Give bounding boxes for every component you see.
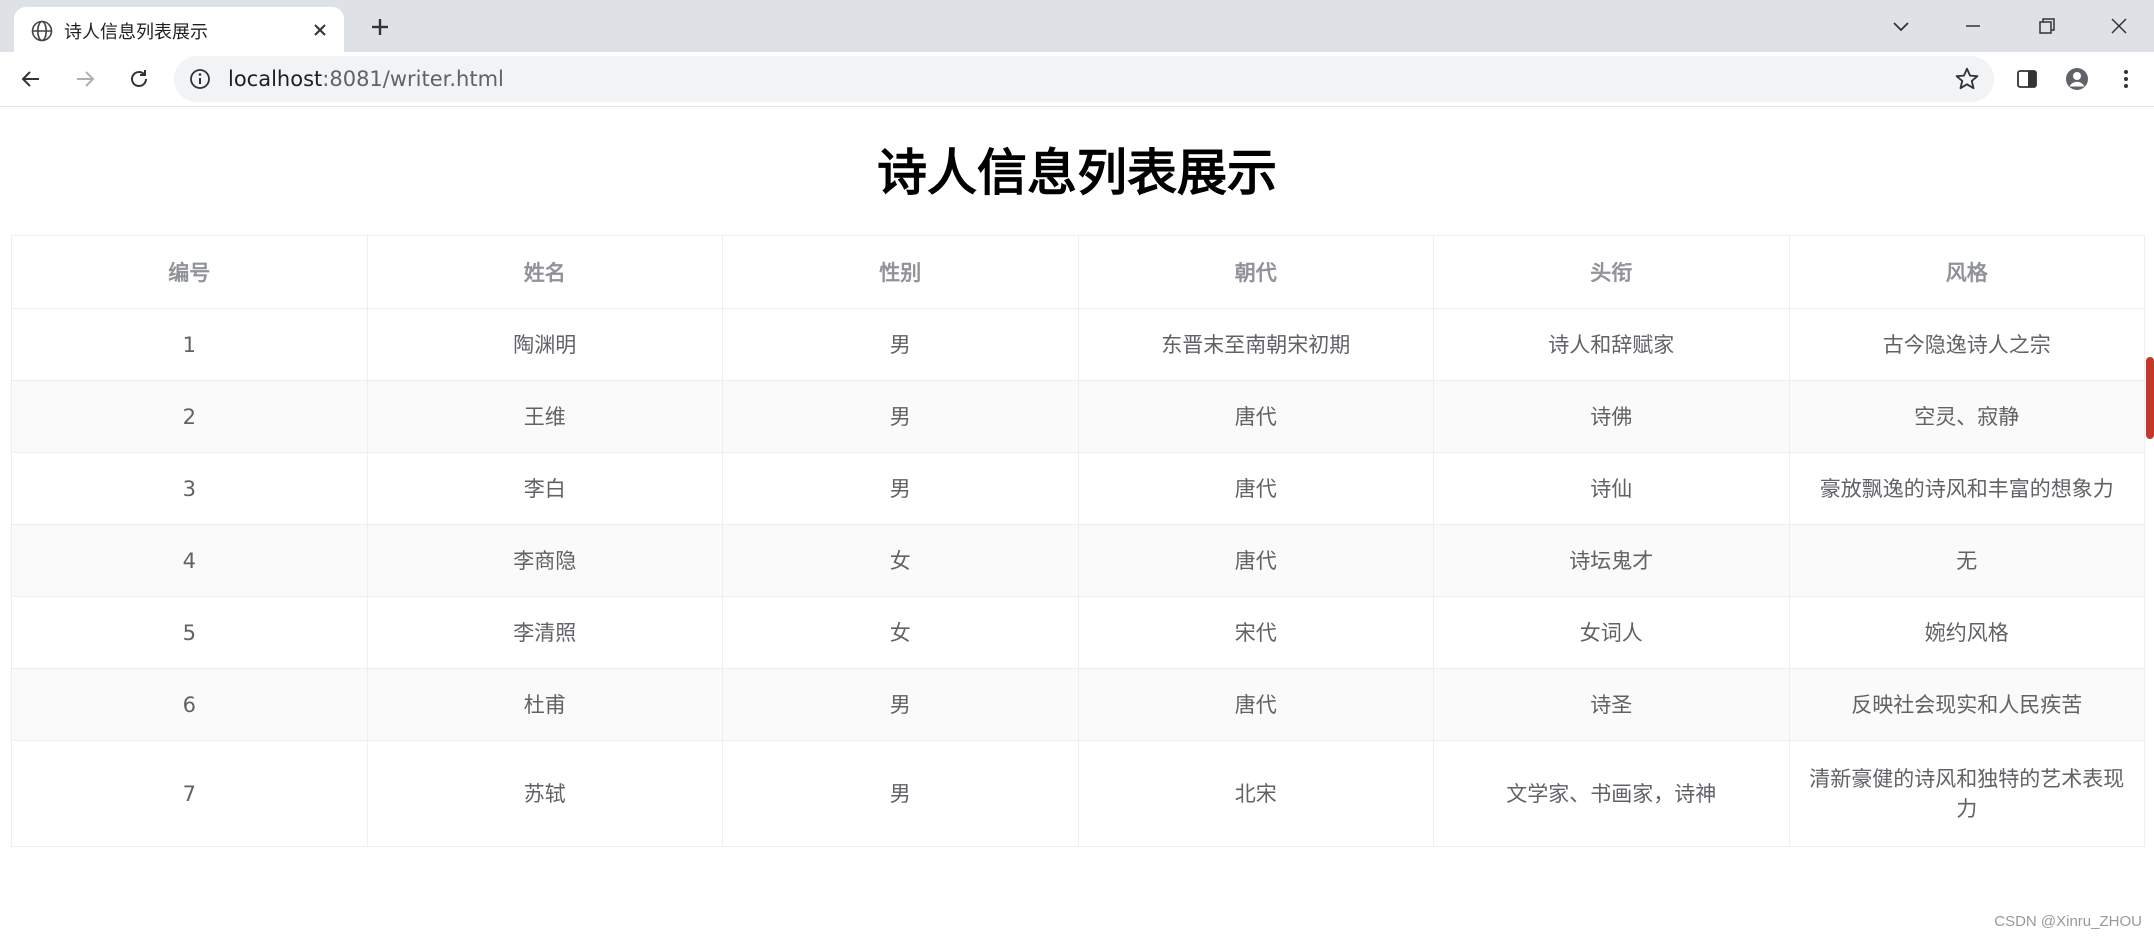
- profile-avatar-icon[interactable]: [2058, 60, 2096, 98]
- scrollbar-thumb[interactable]: [2146, 357, 2154, 439]
- table-row: 7 苏轼 男 北宋 文学家、书画家，诗神 清新豪健的诗风和独特的艺术表现力: [11, 740, 2145, 847]
- cell-gender: 女: [722, 524, 1079, 597]
- cell-style: 豪放飘逸的诗风和丰富的想象力: [1788, 452, 2145, 525]
- page-title: 诗人信息列表展示: [877, 144, 1277, 202]
- cell-title: 诗坛鬼才: [1433, 524, 1790, 597]
- cell-id: 7: [11, 740, 368, 847]
- cell-name: 李白: [366, 452, 723, 525]
- table-row: 3 李白 男 唐代 诗仙 豪放飘逸的诗风和丰富的想象力: [11, 452, 2145, 525]
- table-row: 5 李清照 女 宋代 女词人 婉约风格: [11, 596, 2145, 669]
- table-row: 4 李商隐 女 唐代 诗坛鬼才 无: [11, 524, 2145, 597]
- table-row: 2 王维 男 唐代 诗佛 空灵、寂静: [11, 380, 2145, 453]
- cell-name: 苏轼: [366, 740, 723, 847]
- window-close-icon[interactable]: [2084, 0, 2154, 52]
- cell-name: 李商隐: [366, 524, 723, 597]
- bookmark-star-icon[interactable]: [1954, 66, 1980, 92]
- cell-id: 5: [11, 596, 368, 669]
- cell-style: 无: [1788, 524, 2145, 597]
- cell-id: 4: [11, 524, 368, 597]
- tab-title: 诗人信息列表展示: [64, 22, 208, 43]
- tab-close-icon[interactable]: [306, 16, 334, 44]
- cell-id: 2: [11, 380, 368, 453]
- forward-arrow-icon[interactable]: [66, 60, 104, 98]
- header-id: 编号: [11, 235, 368, 309]
- cell-title: 诗仙: [1433, 452, 1790, 525]
- header-dynasty: 朝代: [1077, 235, 1434, 309]
- header-style: 风格: [1788, 235, 2145, 309]
- cell-style: 清新豪健的诗风和独特的艺术表现力: [1788, 740, 2145, 847]
- cell-dynasty: 宋代: [1077, 596, 1434, 669]
- cell-style: 古今隐逸诗人之宗: [1788, 308, 2145, 381]
- table-row: 6 杜甫 男 唐代 诗圣 反映社会现实和人民疾苦: [11, 668, 2145, 741]
- cell-dynasty: 唐代: [1077, 452, 1434, 525]
- cell-gender: 男: [722, 308, 1079, 381]
- globe-icon: [31, 20, 53, 42]
- url-text: localhost:8081/writer.html: [228, 67, 504, 91]
- cell-id: 3: [11, 452, 368, 525]
- cell-title: 女词人: [1433, 596, 1790, 669]
- poet-table: 编号 姓名 性别 朝代 头衔 风格 1 陶渊明 男 东晋末至南朝宋初期 诗人和辞…: [11, 235, 2145, 847]
- browser-tab-strip: 诗人信息列表展示: [0, 0, 2154, 52]
- browser-toolbar: localhost:8081/writer.html: [0, 52, 2154, 107]
- cell-gender: 女: [722, 596, 1079, 669]
- cell-title: 诗圣: [1433, 668, 1790, 741]
- cell-dynasty: 唐代: [1077, 668, 1434, 741]
- cell-dynasty: 北宋: [1077, 740, 1434, 847]
- header-gender: 性别: [722, 235, 1079, 309]
- cell-dynasty: 唐代: [1077, 380, 1434, 453]
- cell-title: 诗佛: [1433, 380, 1790, 453]
- cell-style: 婉约风格: [1788, 596, 2145, 669]
- side-panel-icon[interactable]: [2008, 60, 2046, 98]
- cell-name: 王维: [366, 380, 723, 453]
- table-row: 1 陶渊明 男 东晋末至南朝宋初期 诗人和辞赋家 古今隐逸诗人之宗: [11, 308, 2145, 381]
- cell-id: 6: [11, 668, 368, 741]
- cell-dynasty: 东晋末至南朝宋初期: [1077, 308, 1434, 381]
- watermark: CSDN @Xinru_ZHOU: [1994, 913, 2142, 930]
- cell-gender: 男: [722, 740, 1079, 847]
- header-name: 姓名: [366, 235, 723, 309]
- address-bar[interactable]: localhost:8081/writer.html: [174, 56, 1994, 102]
- cell-gender: 男: [722, 452, 1079, 525]
- cell-dynasty: 唐代: [1077, 524, 1434, 597]
- new-tab-icon[interactable]: [364, 11, 396, 43]
- back-arrow-icon[interactable]: [12, 60, 50, 98]
- cell-title: 文学家、书画家，诗神: [1433, 740, 1790, 847]
- cell-name: 李清照: [366, 596, 723, 669]
- url-rest: :8081/writer.html: [322, 67, 504, 91]
- url-host: localhost: [228, 67, 323, 91]
- restore-icon[interactable]: [2012, 0, 2082, 52]
- header-title: 头衔: [1433, 235, 1790, 309]
- cell-style: 空灵、寂静: [1788, 380, 2145, 453]
- cell-name: 杜甫: [366, 668, 723, 741]
- cell-style: 反映社会现实和人民疾苦: [1788, 668, 2145, 741]
- cell-gender: 男: [722, 668, 1079, 741]
- table-header-row: 编号 姓名 性别 朝代 头衔 风格: [11, 235, 2145, 309]
- minimize-icon[interactable]: [1938, 0, 2008, 52]
- cell-gender: 男: [722, 380, 1079, 453]
- reload-icon[interactable]: [120, 60, 158, 98]
- cell-id: 1: [11, 308, 368, 381]
- site-info-icon[interactable]: [188, 67, 212, 91]
- tab-search-chevron-icon[interactable]: [1866, 0, 1936, 52]
- cell-title: 诗人和辞赋家: [1433, 308, 1790, 381]
- browser-tab[interactable]: 诗人信息列表展示: [14, 7, 344, 52]
- cell-name: 陶渊明: [366, 308, 723, 381]
- menu-kebab-icon[interactable]: [2107, 60, 2145, 98]
